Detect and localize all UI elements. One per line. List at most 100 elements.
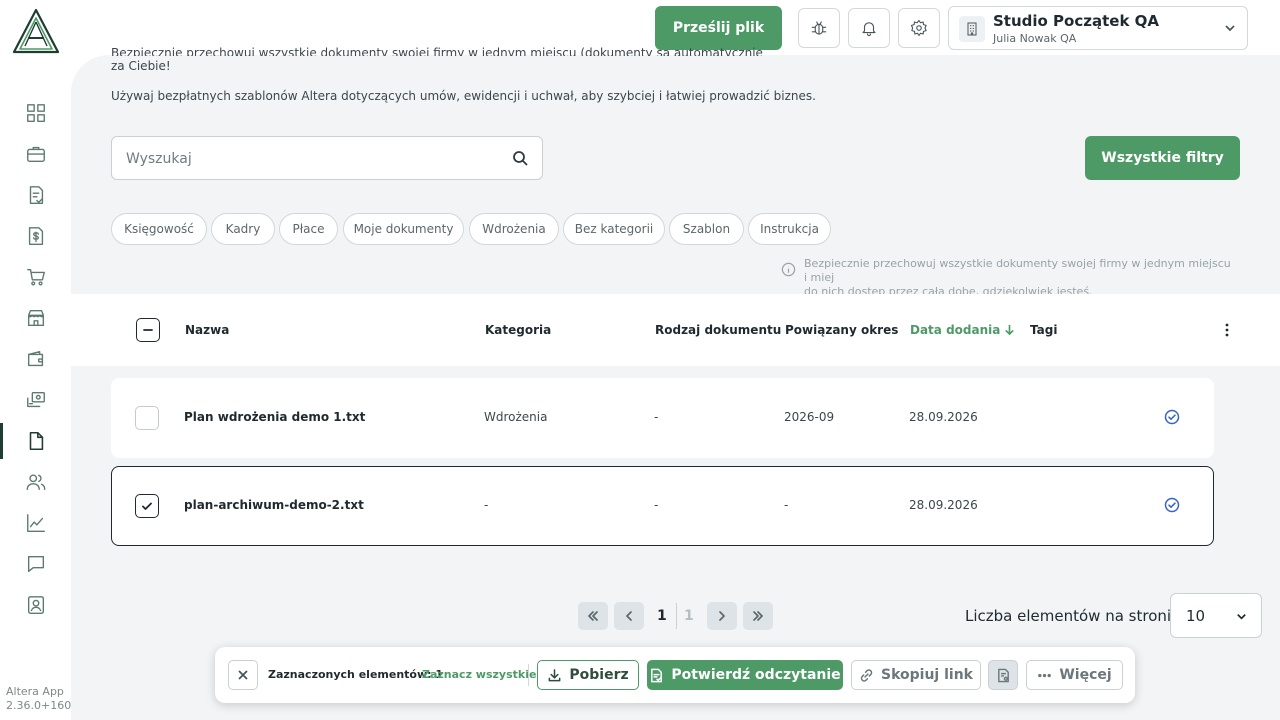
first-page-button[interactable] bbox=[578, 602, 608, 630]
row-date-added: 28.09.2026 bbox=[909, 410, 978, 424]
link-icon bbox=[860, 668, 873, 682]
prev-page-button[interactable] bbox=[614, 602, 644, 630]
download-button[interactable]: Pobierz bbox=[537, 660, 639, 690]
copy-link-label: Skopiuj link bbox=[881, 667, 973, 683]
column-date-added-label: Data dodania bbox=[910, 323, 1001, 337]
next-page-button[interactable] bbox=[707, 602, 737, 630]
invoice-icon bbox=[29, 186, 43, 204]
chip-instrukcja[interactable]: Instrukcja bbox=[748, 213, 831, 245]
app-version: Altera App 2.36.0+1604 bbox=[6, 685, 78, 713]
double-chevron-left-icon bbox=[588, 611, 598, 621]
sidebar-item-wallet[interactable] bbox=[0, 341, 71, 377]
total-pages: 1 bbox=[684, 608, 694, 624]
column-category[interactable]: Kategoria bbox=[485, 323, 551, 337]
last-page-button[interactable] bbox=[743, 602, 773, 630]
gear-icon bbox=[910, 19, 927, 37]
app-name: Altera App bbox=[6, 685, 64, 698]
per-page-value: 10 bbox=[1186, 607, 1206, 625]
chip-place[interactable]: Płace bbox=[279, 213, 338, 245]
clear-selection-button[interactable] bbox=[228, 660, 258, 690]
per-page-select[interactable]: 10 bbox=[1170, 593, 1262, 638]
row-period: - bbox=[784, 498, 789, 512]
sidebar-item-sales[interactable] bbox=[0, 300, 71, 336]
select-all-checkbox[interactable] bbox=[136, 318, 160, 342]
app-version-number: 2.36.0+1604 bbox=[6, 699, 79, 712]
sidebar-item-work[interactable] bbox=[0, 136, 71, 172]
column-period[interactable]: Powiązany okres bbox=[785, 323, 898, 337]
column-name[interactable]: Nazwa bbox=[185, 323, 229, 337]
download-icon bbox=[548, 668, 561, 681]
download-label: Pobierz bbox=[569, 667, 629, 683]
bug-icon bbox=[811, 21, 827, 35]
altera-logo[interactable] bbox=[11, 8, 61, 54]
sidebar-item-payments[interactable] bbox=[0, 382, 71, 418]
chip-szablon[interactable]: Szablon bbox=[669, 213, 744, 245]
row-category: - bbox=[484, 498, 489, 512]
minus-icon bbox=[143, 329, 153, 331]
kebab-menu-icon bbox=[1225, 323, 1229, 337]
company-switcher[interactable]: Studio Początek QA Julia Nowak QA bbox=[948, 6, 1248, 50]
column-tags[interactable]: Tagi bbox=[1030, 323, 1057, 337]
sidebar-item-reports[interactable] bbox=[0, 505, 71, 541]
column-date-added[interactable]: Data dodania bbox=[910, 323, 1015, 337]
row-date-added: 28.09.2026 bbox=[909, 498, 978, 512]
cart-icon bbox=[26, 268, 45, 286]
tax-document-icon bbox=[28, 227, 43, 245]
document-check-icon bbox=[651, 668, 663, 682]
row-name[interactable]: Plan wdrożenia demo 1.txt bbox=[184, 410, 365, 424]
column-options-button[interactable] bbox=[1217, 320, 1237, 340]
row-checkbox[interactable] bbox=[135, 494, 159, 518]
search-input[interactable] bbox=[126, 147, 506, 171]
sidebar-item-dashboard[interactable] bbox=[0, 95, 71, 131]
intro-text-line2: za Ciebie! bbox=[111, 59, 171, 73]
document-action-button[interactable] bbox=[988, 660, 1018, 690]
row-checkbox[interactable] bbox=[135, 406, 159, 430]
row-category: Wdrożenia bbox=[484, 410, 548, 424]
confirm-read-button[interactable]: Potwierdź odczytanie bbox=[647, 660, 843, 690]
row-doc-type: - bbox=[654, 410, 659, 424]
sidebar-item-messages[interactable] bbox=[0, 546, 71, 582]
info-note-line1: Bezpiecznie przechowuj wszystkie dokumen… bbox=[804, 257, 1231, 284]
current-page[interactable]: 1 bbox=[657, 608, 667, 624]
document-icon bbox=[29, 431, 43, 451]
sidebar-item-taxes[interactable] bbox=[0, 218, 71, 254]
table-row[interactable]: plan-archiwum-demo-2.txt - - - 28.09.202… bbox=[111, 466, 1214, 546]
more-actions-button[interactable]: Więcej bbox=[1026, 660, 1123, 690]
column-doc-type[interactable]: Rodzaj dokumentu bbox=[655, 323, 781, 337]
table-row[interactable]: Plan wdrożenia demo 1.txt Wdrożenia - 20… bbox=[111, 378, 1214, 458]
selected-count: Zaznaczonych elementów: 1 bbox=[268, 668, 444, 681]
building-icon bbox=[959, 16, 985, 42]
notifications-button[interactable] bbox=[848, 8, 890, 48]
contact-icon bbox=[27, 596, 44, 614]
per-page-label: Liczba elementów na stronie: bbox=[965, 607, 1186, 625]
chip-moje-dokumenty[interactable]: Moje dokumenty bbox=[343, 213, 464, 245]
chip-kadry[interactable]: Kadry bbox=[211, 213, 275, 245]
sidebar-item-contacts[interactable] bbox=[0, 587, 71, 623]
money-transfer-icon bbox=[26, 391, 45, 408]
settings-button[interactable] bbox=[898, 8, 940, 48]
more-actions-label: Więcej bbox=[1059, 667, 1112, 683]
chip-wdrozenia[interactable]: Wdrożenia bbox=[469, 213, 559, 245]
report-bug-button[interactable] bbox=[798, 8, 840, 48]
row-period: 2026-09 bbox=[784, 410, 835, 424]
check-circle-icon bbox=[1164, 409, 1180, 425]
selection-action-bar: Zaznaczonych elementów: 1 Zaznacz wszyst… bbox=[215, 647, 1135, 703]
select-all-link[interactable]: Zaznacz wszystkie bbox=[422, 668, 536, 681]
sidebar-item-purchases[interactable] bbox=[0, 259, 71, 295]
upload-file-button[interactable]: Prześlij plik bbox=[655, 6, 782, 50]
search-icon[interactable] bbox=[512, 150, 528, 166]
chevron-down-icon bbox=[1237, 614, 1246, 620]
chevron-left-icon bbox=[626, 611, 632, 621]
document-settings-icon bbox=[997, 668, 1009, 682]
chip-ksiegowosc[interactable]: Księgowość bbox=[111, 213, 207, 245]
chip-bez-kategorii[interactable]: Bez kategorii bbox=[563, 213, 665, 245]
action-bar-divider bbox=[528, 664, 529, 686]
copy-link-button[interactable]: Skopiuj link bbox=[851, 660, 981, 690]
all-filters-button[interactable]: Wszystkie filtry bbox=[1085, 136, 1240, 180]
row-name[interactable]: plan-archiwum-demo-2.txt bbox=[184, 498, 364, 512]
sidebar-item-invoices[interactable] bbox=[0, 177, 71, 213]
chart-icon bbox=[26, 514, 45, 532]
sidebar-item-documents[interactable] bbox=[0, 423, 71, 459]
sidebar-item-employees[interactable] bbox=[0, 464, 71, 500]
bell-icon bbox=[862, 22, 876, 36]
